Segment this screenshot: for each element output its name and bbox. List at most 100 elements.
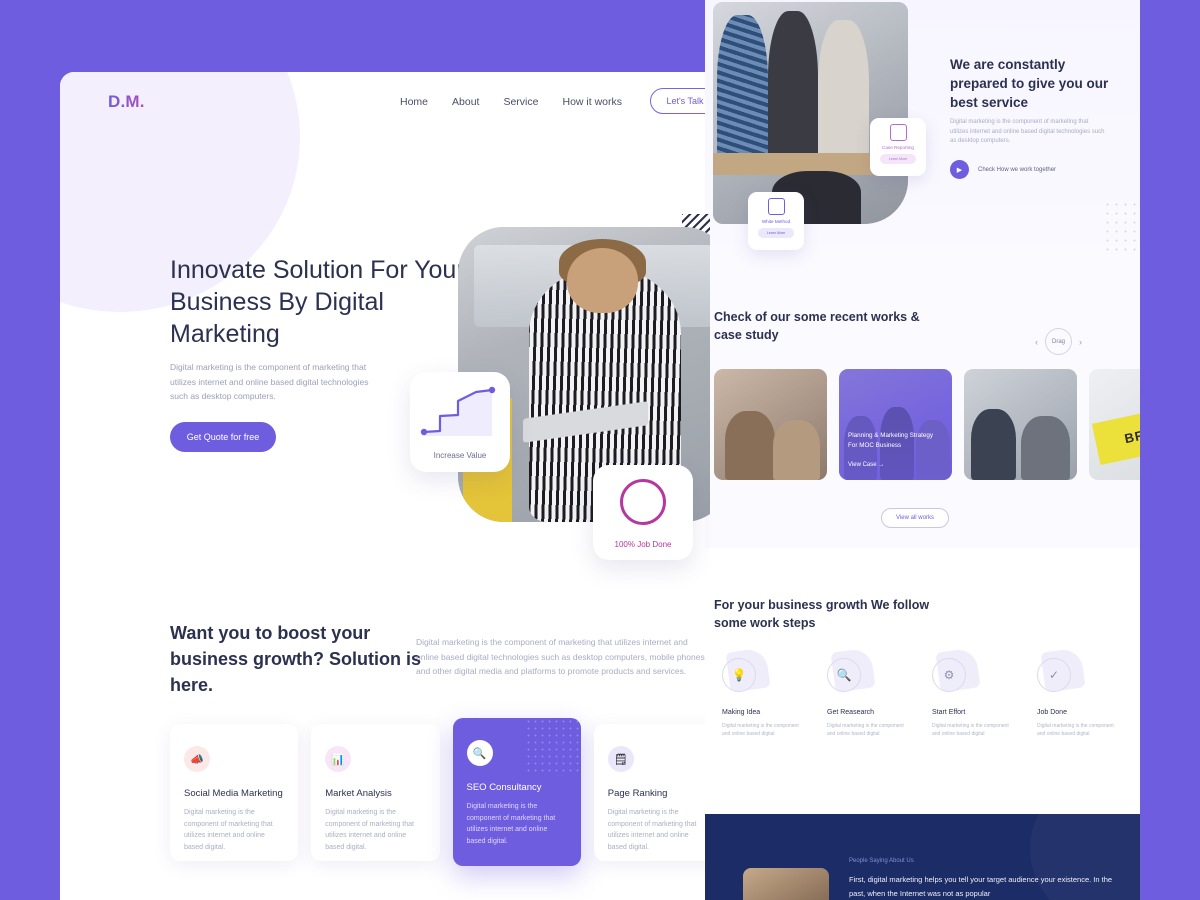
steps-title: For your business growth We follow some … — [714, 598, 930, 630]
service-card-desc: Digital marketing is the component of ma… — [607, 809, 697, 851]
photo-person-curly — [767, 10, 819, 176]
work-photo — [714, 369, 827, 480]
step-start-effort: ⚙ Start Effort Digital marketing is the … — [924, 647, 1029, 738]
site-header: D.M. Home About Service How it works Let… — [60, 72, 710, 142]
recent-works-section: Check of our some recent works & case st… — [705, 282, 1140, 548]
testimonial-section: People Saying About Us First, digital ma… — [705, 814, 1140, 900]
service-card-desc: Digital marketing is the component of ma… — [325, 809, 414, 851]
logo[interactable]: D.M. — [108, 92, 145, 112]
prev-arrow-icon[interactable]: ‹ — [1035, 337, 1038, 347]
mini-card-title: White Method — [761, 219, 791, 224]
lightbulb-icon: 💡 — [722, 658, 756, 692]
job-done-card: 100% Job Done — [593, 465, 693, 560]
photo-shape — [970, 408, 1016, 480]
hero-subtitle: Digital marketing is the component of ma… — [170, 362, 369, 401]
line-chart-icon — [420, 386, 496, 436]
play-video-row[interactable]: ▶ Check How we work together — [950, 160, 1056, 179]
play-icon[interactable]: ▶ — [950, 160, 969, 179]
photo-shape — [1020, 415, 1071, 480]
report-document-icon — [889, 124, 907, 141]
step-desc: Digital marketing is the component and o… — [722, 723, 799, 737]
service-card-title: SEO Consultancy — [466, 782, 542, 793]
testimonial-photo — [743, 868, 829, 900]
works-carousel[interactable]: Planning & Marketing Strategy For MOC Bu… — [714, 369, 1140, 480]
nav-item-home[interactable]: Home — [400, 96, 428, 108]
learn-more-button[interactable]: Learn More — [758, 228, 794, 238]
service-card-title: Market Analysis — [325, 788, 392, 799]
testimonial-label: People Saying About Us — [849, 858, 914, 864]
next-arrow-icon[interactable]: › — [1079, 337, 1082, 347]
service-card-title: Social Media Marketing — [184, 788, 283, 799]
step-name: Start Effort — [932, 709, 966, 716]
chart-bar-icon: 📊 — [325, 746, 352, 772]
step-job-done: ✓ Job Done Digital marketing is the comp… — [1029, 647, 1134, 738]
white-method-icon — [767, 198, 785, 215]
service-card-desc: Digital marketing is the component of ma… — [184, 809, 273, 851]
step-desc: Digital marketing is the component and o… — [932, 723, 1009, 737]
photo-person-blonde — [818, 19, 869, 176]
desktop-mockup-panel: D.M. Home About Service How it works Let… — [60, 72, 710, 900]
mini-card-title: Case Reporting — [882, 145, 914, 150]
mini-card-white-method[interactable]: White Method Learn More — [748, 192, 804, 250]
step-name: Get Reasearch — [827, 709, 875, 716]
increase-value-label: Increase Value — [433, 451, 487, 460]
step-name: Making Idea — [722, 709, 761, 716]
dot-grid-decoration — [1103, 200, 1140, 252]
work-photo — [964, 369, 1077, 480]
lets-talk-button[interactable]: Let's Talk — [650, 88, 710, 114]
work-card-featured[interactable]: Planning & Marketing Strategy For MOC Bu… — [839, 369, 952, 480]
boost-title: Want you to boost your business growth? … — [170, 623, 422, 695]
mini-card-case-reporting[interactable]: Case Reporting Learn More — [870, 118, 926, 176]
service-card-market-analysis[interactable]: 📊 Market Analysis Digital marketing is t… — [311, 724, 440, 861]
right-hero-subtitle: Digital marketing is the component of ma… — [950, 119, 1105, 144]
service-card-seo-consultancy[interactable]: 🔍 SEO Consultancy Digital marketing is t… — [452, 718, 581, 866]
check-circle-icon: ✓ — [1037, 658, 1071, 692]
gear-icon: ⚙ — [932, 658, 966, 692]
secondary-mockup-panel: Case Reporting Learn More White Method L… — [705, 0, 1140, 900]
nav-item-about[interactable]: About — [452, 96, 479, 108]
works-title: Check of our some recent works & case st… — [714, 310, 920, 342]
work-card[interactable] — [964, 369, 1077, 480]
megaphone-icon: 📣 — [184, 746, 210, 772]
main-nav: Home About Service How it works — [400, 96, 622, 108]
service-card-page-ranking[interactable]: 🗒 Page Ranking Digital marketing is the … — [593, 724, 710, 861]
service-card-desc: Digital marketing is the component of ma… — [466, 803, 556, 845]
work-steps-section: For your business growth We follow some … — [705, 548, 1140, 814]
photo-shape — [725, 411, 776, 480]
work-card-caption: Planning & Marketing Strategy For MOC Bu… — [848, 432, 934, 449]
play-label: Check How we work together — [978, 166, 1057, 173]
step-get-research: 🔍 Get Reasearch Digital marketing is the… — [819, 647, 924, 738]
testimonial-text: First, digital marketing helps you tell … — [849, 875, 1113, 898]
nav-item-service[interactable]: Service — [503, 96, 538, 108]
magnifier-icon: 🔍 — [827, 658, 861, 692]
step-name: Job Done — [1037, 709, 1067, 716]
right-hero-section: Case Reporting Learn More White Method L… — [705, 0, 1140, 282]
progress-ring-icon — [620, 479, 666, 525]
get-quote-button[interactable]: Get Quote for free — [170, 422, 276, 452]
work-card[interactable] — [714, 369, 827, 480]
job-done-label: 100% Job Done — [614, 540, 672, 549]
photo-person-plaid — [716, 15, 768, 176]
learn-more-button[interactable]: Learn More — [880, 154, 916, 164]
hero-title: Innovate Solution For Your Business By D… — [170, 256, 465, 348]
step-desc: Digital marketing is the component and o… — [827, 723, 904, 737]
step-desc: Digital marketing is the component and o… — [1037, 723, 1114, 737]
service-cards-row: 📣 Social Media Marketing Digital marketi… — [170, 718, 710, 866]
work-card[interactable]: BRAND — [1089, 369, 1140, 480]
nav-item-how-it-works[interactable]: How it works — [562, 96, 622, 108]
drag-handle[interactable]: Drag — [1045, 328, 1072, 355]
photo-person-head — [566, 247, 638, 313]
works-carousel-nav: ‹ Drag › — [1035, 328, 1082, 355]
brand-sticky-note: BRAND — [1091, 401, 1140, 465]
step-making-idea: 💡 Making Idea Digital marketing is the c… — [714, 647, 819, 738]
service-card-social-media[interactable]: 📣 Social Media Marketing Digital marketi… — [170, 724, 299, 861]
search-target-icon: 🔍 — [466, 740, 493, 766]
service-card-title: Page Ranking — [607, 788, 668, 799]
photo-shape — [772, 420, 821, 480]
view-case-link[interactable]: View Case → — [848, 462, 884, 468]
increase-value-card: Increase Value — [410, 372, 510, 472]
right-hero-title: We are constantly prepared to give you o… — [950, 57, 1109, 110]
view-all-works-button[interactable]: View all works — [881, 508, 949, 528]
page-layout-icon: 🗒 — [607, 746, 634, 772]
boost-body: Digital marketing is the component of ma… — [416, 637, 705, 676]
